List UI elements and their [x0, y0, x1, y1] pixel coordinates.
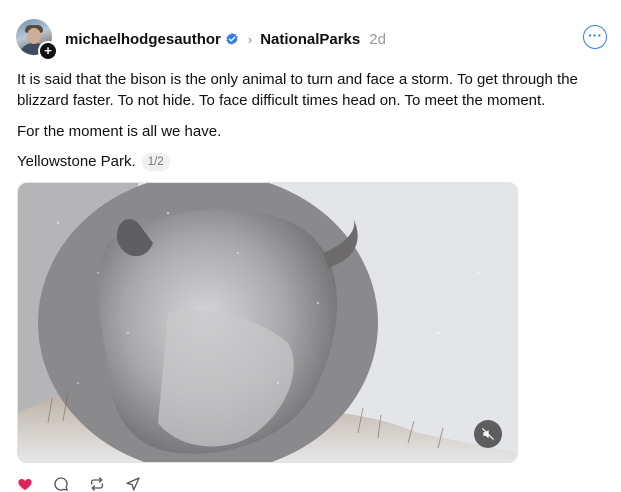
author-username[interactable]: michaelhodgesauthor — [65, 31, 221, 48]
post-paragraph: Yellowstone Park. 1/2 — [17, 151, 607, 172]
heart-icon — [18, 479, 32, 490]
more-options-button[interactable]: ··· — [583, 25, 607, 49]
reply-button[interactable] — [53, 476, 69, 492]
comment-icon — [54, 477, 68, 491]
repost-button[interactable] — [89, 476, 105, 492]
post-paragraph: For the moment is all we have. — [17, 123, 222, 140]
post-timestamp[interactable]: 2d — [369, 31, 386, 48]
verified-badge-icon — [226, 32, 238, 45]
chevron-right-icon: › — [247, 31, 253, 47]
like-button[interactable] — [17, 476, 33, 492]
media-counter: 1/2 — [141, 152, 170, 171]
post-actions — [17, 476, 161, 492]
post-header: michaelhodgesauthor › NationalParks 2d — [65, 29, 386, 49]
location-text: Yellowstone Park. — [17, 153, 136, 170]
post-paragraph: It is said that the bison is the only an… — [17, 71, 578, 109]
post-body: It is said that the bison is the only an… — [17, 69, 607, 172]
mute-toggle-button[interactable] — [474, 420, 502, 448]
bison-in-snow-image — [18, 183, 517, 462]
repost-icon — [91, 477, 103, 491]
share-button[interactable] — [125, 476, 141, 492]
share-icon — [126, 477, 140, 491]
follow-plus-icon[interactable]: + — [38, 41, 58, 61]
community-link[interactable]: NationalParks — [260, 31, 360, 48]
post-video[interactable] — [17, 182, 518, 463]
more-options-icon: ··· — [588, 27, 602, 43]
muted-speaker-icon — [482, 428, 494, 440]
author-avatar[interactable]: + — [16, 19, 58, 61]
